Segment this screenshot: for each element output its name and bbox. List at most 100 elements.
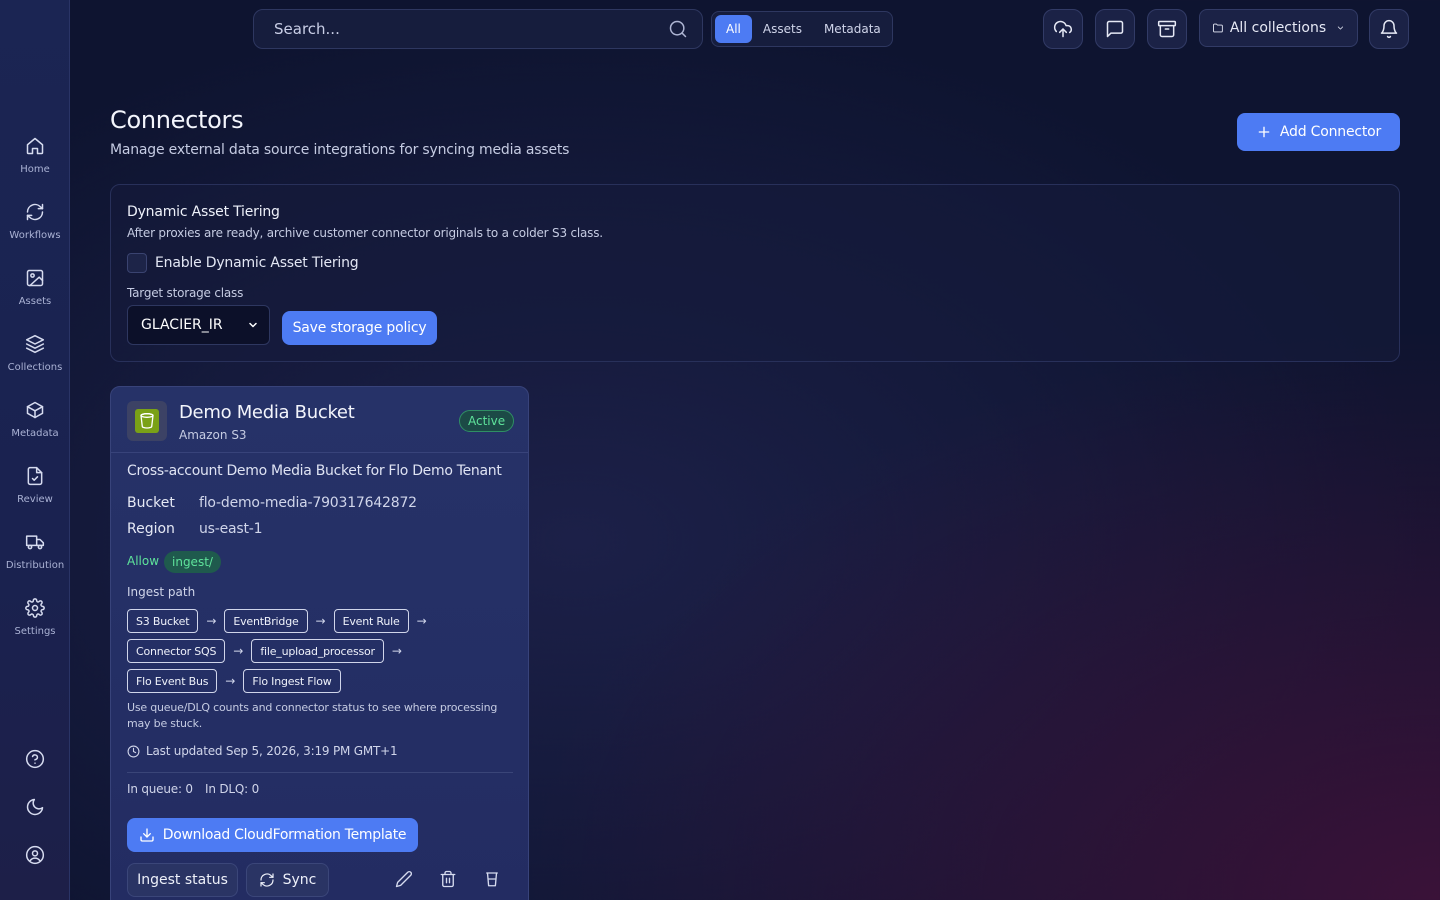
page-title: Connectors bbox=[110, 106, 244, 134]
folder-icon bbox=[1213, 23, 1223, 33]
archive-icon bbox=[1157, 20, 1177, 38]
plus-icon bbox=[1258, 126, 1270, 138]
ingest-status-button[interactable]: Ingest status bbox=[127, 863, 238, 897]
save-storage-policy-button[interactable]: Save storage policy bbox=[282, 311, 437, 345]
flow-step: Event Rule bbox=[333, 609, 409, 633]
bucket-value: flo-demo-media-790317642872 bbox=[199, 495, 417, 511]
sidebar-item-label: Distribution bbox=[5, 560, 65, 571]
message-square-icon bbox=[1106, 20, 1124, 38]
ingest-path-label: Ingest path bbox=[127, 585, 196, 599]
help-icon[interactable] bbox=[25, 749, 45, 769]
allow-label: Allow bbox=[127, 554, 160, 568]
search-scope-toggle: All Assets Metadata bbox=[711, 11, 893, 47]
add-connector-label: Add Connector bbox=[1279, 124, 1382, 140]
sidebar-item-collections[interactable]: Collections bbox=[0, 332, 70, 392]
storage-class-select[interactable]: GLACIER_IR bbox=[127, 305, 270, 345]
home-icon bbox=[26, 137, 44, 155]
status-badge: Active bbox=[459, 410, 515, 432]
flow-step: Connector SQS bbox=[127, 639, 226, 663]
bucket-label: Bucket bbox=[127, 495, 175, 511]
arrow-right-icon: → bbox=[315, 614, 326, 628]
enable-tiering-checkbox[interactable] bbox=[127, 253, 147, 273]
layers-icon bbox=[25, 334, 45, 354]
queue-count: In queue: 0 bbox=[127, 782, 193, 796]
filter-metadata[interactable]: Metadata bbox=[813, 15, 892, 43]
sidebar-item-label: Collections bbox=[7, 362, 63, 373]
region-label: Region bbox=[127, 521, 175, 537]
ingest-flow-row: Connector SQS → file_upload_processor → bbox=[127, 639, 402, 663]
enable-tiering-label[interactable]: Enable Dynamic Asset Tiering bbox=[155, 255, 359, 271]
last-updated: Last updated Sep 5, 2026, 3:19 PM GMT+1 bbox=[127, 744, 398, 758]
sidebar-item-home[interactable]: Home bbox=[0, 134, 70, 194]
flow-step: S3 Bucket bbox=[127, 609, 199, 633]
s3-bucket-icon bbox=[127, 401, 167, 441]
ingest-status-label: Ingest status bbox=[137, 872, 228, 888]
flow-step: file_upload_processor bbox=[251, 639, 384, 663]
sidebar-item-review[interactable]: Review bbox=[0, 464, 70, 524]
add-connector-button[interactable]: Add Connector bbox=[1237, 113, 1400, 151]
collections-label: All collections bbox=[1229, 20, 1327, 36]
tiering-title: Dynamic Asset Tiering bbox=[127, 204, 280, 220]
clock-icon bbox=[127, 745, 140, 757]
archive-button[interactable] bbox=[1147, 9, 1187, 49]
arrow-right-icon: → bbox=[206, 614, 217, 628]
arrow-right-icon: → bbox=[391, 644, 402, 658]
notifications-button[interactable] bbox=[1369, 9, 1409, 49]
image-icon bbox=[26, 269, 44, 287]
collections-dropdown[interactable]: All collections bbox=[1199, 9, 1358, 47]
ingest-hint: Use queue/DLQ counts and connector statu… bbox=[127, 701, 498, 730]
sidebar-item-workflows[interactable]: Workflows bbox=[0, 200, 70, 260]
divider bbox=[127, 772, 513, 773]
search-input[interactable] bbox=[274, 20, 668, 38]
flow-step: Flo Ingest Flow bbox=[243, 669, 341, 693]
chevron-down-icon bbox=[249, 322, 257, 328]
storage-class-value: GLACIER_IR bbox=[141, 317, 223, 333]
connector-card-header: Demo Media Bucket Amazon S3 Active bbox=[111, 387, 528, 453]
sidebar-item-label: Settings bbox=[14, 626, 56, 637]
connector-type: Amazon S3 bbox=[179, 428, 247, 442]
truck-icon bbox=[25, 535, 45, 550]
arrow-right-icon: → bbox=[233, 644, 244, 658]
gear-icon bbox=[25, 598, 45, 618]
download-cloudformation-button[interactable]: Download CloudFormation Template bbox=[127, 818, 418, 852]
sidebar-item-label: Workflows bbox=[9, 230, 61, 241]
connector-name: Demo Media Bucket bbox=[179, 402, 355, 423]
search-icon[interactable] bbox=[668, 19, 688, 39]
sidebar-item-metadata[interactable]: Metadata bbox=[0, 398, 70, 458]
bucket-icon[interactable] bbox=[483, 870, 501, 888]
refresh-icon bbox=[26, 203, 44, 221]
trash-icon[interactable] bbox=[439, 870, 457, 888]
bell-icon bbox=[1380, 19, 1398, 39]
user-circle-icon[interactable] bbox=[25, 845, 45, 865]
sidebar-item-settings[interactable]: Settings bbox=[0, 596, 70, 656]
flow-step: EventBridge bbox=[224, 609, 308, 633]
page-subtitle: Manage external data source integrations… bbox=[110, 142, 570, 158]
sidebar-item-label: Review bbox=[17, 494, 53, 505]
sync-label: Sync bbox=[282, 872, 317, 888]
upload-button[interactable] bbox=[1043, 9, 1083, 49]
box-icon bbox=[26, 401, 44, 419]
sidebar-item-label: Metadata bbox=[11, 428, 59, 439]
asset-tiering-panel: Dynamic Asset Tiering After proxies are … bbox=[110, 184, 1400, 362]
connector-description: Cross-account Demo Media Bucket for Flo … bbox=[127, 463, 502, 479]
filter-all[interactable]: All bbox=[715, 15, 752, 43]
download-label: Download CloudFormation Template bbox=[162, 827, 407, 843]
sidebar-item-assets[interactable]: Assets bbox=[0, 266, 70, 326]
tiering-description: After proxies are ready, archive custome… bbox=[127, 226, 603, 240]
storage-class-label: Target storage class bbox=[127, 286, 244, 300]
allow-prefix-badge: ingest/ bbox=[164, 551, 221, 573]
sync-button[interactable]: Sync bbox=[246, 863, 329, 897]
moon-icon[interactable] bbox=[25, 797, 45, 817]
filter-assets[interactable]: Assets bbox=[752, 15, 813, 43]
sidebar-item-label: Home bbox=[20, 164, 50, 175]
arrow-right-icon: → bbox=[225, 674, 236, 688]
flow-step: Flo Event Bus bbox=[127, 669, 218, 693]
arrow-right-icon: → bbox=[416, 614, 427, 628]
comments-button[interactable] bbox=[1095, 9, 1135, 49]
sidebar-item-distribution[interactable]: Distribution bbox=[0, 530, 70, 590]
chevron-down-icon bbox=[1337, 26, 1344, 30]
sidebar-item-label: Assets bbox=[18, 296, 52, 307]
search-bar bbox=[253, 9, 703, 49]
download-icon bbox=[140, 828, 154, 842]
edit-icon[interactable] bbox=[395, 870, 413, 888]
